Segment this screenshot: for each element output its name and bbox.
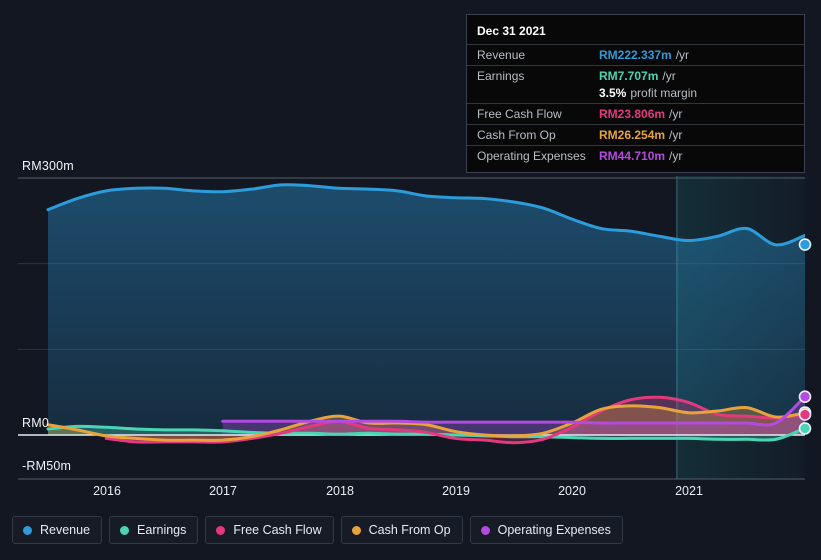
legend-item-free-cash-flow[interactable]: Free Cash Flow <box>205 516 334 544</box>
legend-item-label: Cash From Op <box>368 523 451 537</box>
legend-color-dot-icon <box>120 525 130 535</box>
tooltip-row: Operating Expenses RM44.710m/yr <box>467 145 804 166</box>
tooltip-row-value: RM7.707m <box>599 69 659 83</box>
tooltip-row-value: RM222.337m <box>599 48 672 62</box>
legend-item-label: Revenue <box>40 523 91 537</box>
tooltip-row-unit: /yr <box>669 128 683 142</box>
legend-item-label: Free Cash Flow <box>233 523 322 537</box>
legend-item-cash-from-op[interactable]: Cash From Op <box>340 516 463 544</box>
chart-legend[interactable]: Revenue Earnings Free Cash Flow Cash From O… <box>12 516 623 544</box>
tooltip-row-label: Earnings <box>477 69 525 83</box>
legend-item-operating-expenses[interactable]: Operating Expenses <box>469 516 623 544</box>
tooltip-row: Revenue RM222.337m/yr <box>467 44 804 65</box>
tooltip-row-unit: /yr <box>669 149 683 163</box>
x-axis-tick-2020: 2020 <box>558 484 586 498</box>
x-axis-tick-2017: 2017 <box>209 484 237 498</box>
tooltip-row-label: Revenue <box>477 48 526 62</box>
tooltip-row-unit: /yr <box>669 107 683 121</box>
tooltip-row-value: RM23.806m <box>599 107 666 121</box>
tooltip-row-label: Free Cash Flow <box>477 107 562 121</box>
legend-item-revenue[interactable]: Revenue <box>12 516 103 544</box>
legend-item-label: Operating Expenses <box>497 523 611 537</box>
x-axis-tick-2018: 2018 <box>326 484 354 498</box>
x-axis-tick-2019: 2019 <box>442 484 470 498</box>
tooltip-row-value: RM26.254m <box>599 128 666 142</box>
tooltip-row-value: 3.5% <box>599 86 627 100</box>
tooltip-row-label: Cash From Op <box>477 128 556 142</box>
tooltip-row-unit: /yr <box>675 48 690 62</box>
tooltip-row: Earnings RM7.707m/yr <box>467 65 804 86</box>
x-axis-tick-2021: 2021 <box>675 484 703 498</box>
legend-color-dot-icon <box>351 525 361 535</box>
legend-item-label: Earnings <box>137 523 187 537</box>
y-axis-tick-label: RM0 <box>22 416 49 430</box>
tooltip-rows: Revenue RM222.337m/yr Earnings RM7.707m/yr 3… <box>467 44 804 166</box>
chart-page: RM300m RM0 -RM50m 2016 2017 2018 2019 2020 2021… <box>0 0 821 560</box>
tooltip-row-unit: /yr <box>662 69 676 83</box>
tooltip-row-value: RM44.710m <box>599 149 666 163</box>
legend-color-dot-icon <box>23 525 32 535</box>
tooltip-date: Dec 31 2021 <box>477 24 546 38</box>
legend-color-dot-icon <box>480 525 490 535</box>
legend-color-dot-icon <box>216 525 226 535</box>
y-axis-tick-label: -RM50m <box>22 459 72 473</box>
x-axis-tick-2016: 2016 <box>93 484 121 498</box>
tooltip-row-unit: profit margin <box>630 86 698 100</box>
tooltip-row: 3.5% profit margin <box>467 86 804 103</box>
tooltip-row-label: Operating Expenses <box>477 149 586 163</box>
tooltip-row: Cash From Op RM26.254m/yr <box>467 124 804 145</box>
y-axis-tick-label: RM300m <box>22 159 74 173</box>
tooltip-row: Free Cash Flow RM23.806m/yr <box>467 103 804 124</box>
legend-item-earnings[interactable]: Earnings <box>109 516 199 544</box>
data-tooltip: Dec 31 2021 Revenue RM222.337m/yr Earnings… <box>466 14 805 173</box>
